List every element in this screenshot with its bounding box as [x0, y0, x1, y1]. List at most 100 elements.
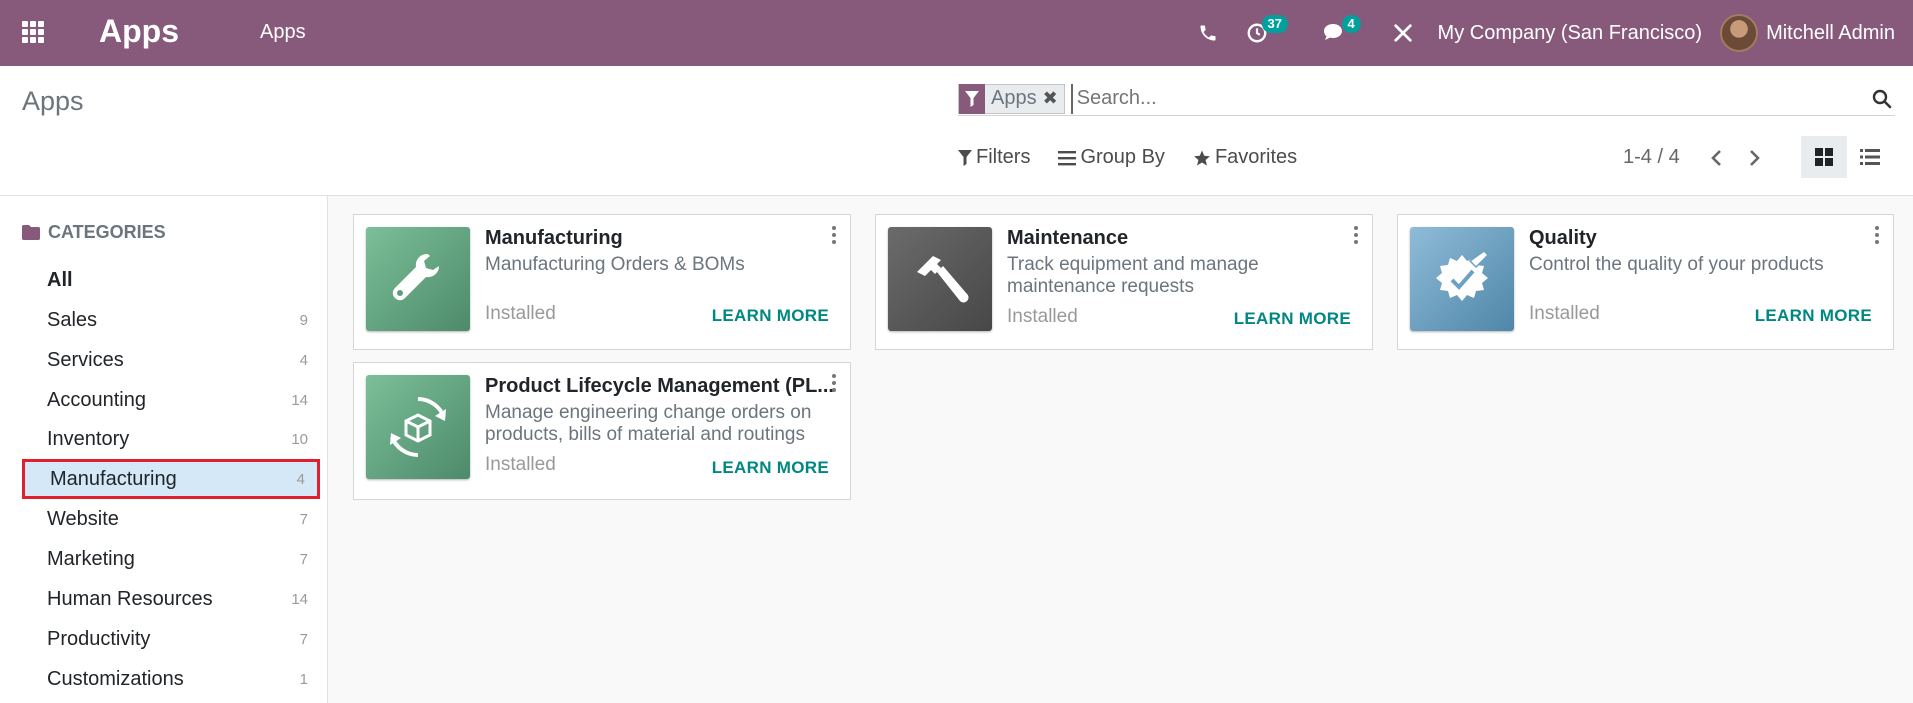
category-label: Sales	[47, 308, 98, 331]
filters-label: Filters	[976, 146, 1031, 168]
facet-remove-icon[interactable]: ✖	[1043, 88, 1064, 109]
nav-menu-apps[interactable]: Apps	[260, 21, 306, 44]
category-label: Customizations	[47, 667, 184, 690]
apps-menu-icon[interactable]	[22, 21, 48, 43]
tools-icon[interactable]	[1378, 0, 1428, 66]
category-count: 9	[299, 311, 308, 329]
bars-icon	[1058, 150, 1077, 165]
pager-value[interactable]: 1-4 / 4	[1623, 146, 1680, 169]
category-item-human-resources[interactable]: Human Resources 14	[22, 579, 320, 619]
card-menu-icon[interactable]	[1352, 226, 1360, 244]
company-switcher[interactable]: My Company (San Francisco)	[1428, 22, 1721, 45]
category-count: 7	[299, 550, 308, 568]
list-view-icon[interactable]	[1847, 136, 1893, 178]
category-item-services[interactable]: Services 4	[22, 340, 320, 380]
favorites-label: Favorites	[1214, 146, 1298, 168]
category-item-inventory[interactable]: Inventory 10	[22, 419, 320, 459]
category-label: Accounting	[47, 388, 146, 411]
category-item-productivity[interactable]: Productivity 7	[22, 619, 320, 659]
card-menu-icon[interactable]	[830, 226, 838, 244]
star-icon	[1194, 150, 1210, 165]
pager-previous-icon[interactable]	[1705, 146, 1727, 170]
app-title: Product Lifecycle Management (PL...	[485, 375, 834, 397]
learn-more-button[interactable]: LEARN MORE	[712, 306, 829, 326]
app-description: Manage engineering change orders on prod…	[485, 402, 812, 445]
category-label: Manufacturing	[50, 467, 177, 490]
category-item-customizations[interactable]: Customizations 1	[22, 659, 320, 699]
phone-icon[interactable]	[1184, 0, 1232, 66]
groupby-label: Group By	[1080, 146, 1165, 168]
chat-icon[interactable]: 4	[1308, 0, 1378, 66]
favorites-button[interactable]: Favorites	[1193, 146, 1297, 169]
category-item-accounting[interactable]: Accounting 14	[22, 380, 320, 420]
filter-facet-icon	[959, 83, 985, 114]
folder-icon	[22, 225, 40, 240]
category-count: 14	[291, 590, 308, 608]
activity-clock-icon[interactable]: 37	[1232, 0, 1308, 66]
filters-button[interactable]: Filters	[958, 146, 1030, 169]
category-label: Services	[47, 348, 124, 371]
page-title: Apps	[22, 86, 84, 116]
learn-more-button[interactable]: LEARN MORE	[1755, 306, 1872, 326]
category-item-marketing[interactable]: Marketing 7	[22, 539, 320, 579]
category-label: Inventory	[47, 427, 130, 450]
app-brand[interactable]: Apps	[99, 13, 179, 50]
category-item-website[interactable]: Website 7	[22, 499, 320, 539]
card-menu-icon[interactable]	[1873, 226, 1881, 244]
categories-header-label: CATEGORIES	[48, 222, 166, 242]
categories-header: CATEGORIES	[22, 222, 166, 243]
app-card-maintenance[interactable]: Maintenance Track equipment and manage m…	[875, 214, 1373, 350]
wrench-icon	[366, 227, 470, 331]
pager-next-icon[interactable]	[1744, 146, 1766, 170]
search-input[interactable]	[1070, 83, 1869, 114]
learn-more-button[interactable]: LEARN MORE	[712, 458, 829, 478]
app-title: Manufacturing	[485, 227, 623, 249]
app-card-quality[interactable]: Quality Control the quality of your prod…	[1397, 214, 1894, 350]
category-item-manufacturing[interactable]: Manufacturing 4	[22, 459, 320, 499]
facet-label: Apps	[991, 87, 1037, 109]
app-description: Track equipment and manage maintenance r…	[1007, 254, 1259, 297]
search-options: Filters Group By Favorites	[958, 146, 1325, 169]
user-name: Mitchell Admin	[1766, 21, 1895, 44]
card-menu-icon[interactable]	[830, 374, 838, 392]
cycle-box-icon	[366, 375, 470, 479]
hammer-icon	[888, 227, 992, 331]
category-count: 7	[299, 510, 308, 528]
category-count: 1	[299, 670, 308, 688]
user-menu[interactable]: Mitchell Admin	[1720, 14, 1913, 52]
message-badge: 4	[1341, 15, 1361, 33]
app-description: Control the quality of your products	[1529, 254, 1824, 275]
category-label: Human Resources	[47, 587, 213, 610]
app-status: Installed	[1529, 303, 1600, 324]
search-bar: Apps ✖	[958, 82, 1895, 116]
app-card-plm[interactable]: Product Lifecycle Management (PL... Mana…	[353, 362, 851, 500]
category-item-all[interactable]: All	[22, 260, 320, 300]
category-count: 7	[299, 630, 308, 648]
app-status: Installed	[485, 303, 556, 324]
groupby-button[interactable]: Group By	[1058, 146, 1165, 169]
quality-badge-icon	[1410, 227, 1514, 331]
top-navbar: Apps Apps 37 4 My Company (San Francisco…	[0, 0, 1913, 66]
navbar-systray: 37 4 My Company (San Francisco) Mitchell…	[1184, 0, 1913, 66]
category-count: 10	[291, 430, 308, 448]
kanban-view-icon[interactable]	[1801, 136, 1847, 178]
avatar	[1720, 14, 1759, 52]
search-icon[interactable]	[1869, 86, 1895, 112]
category-label: Website	[47, 507, 119, 530]
category-count: 14	[291, 391, 308, 409]
learn-more-button[interactable]: LEARN MORE	[1234, 309, 1351, 329]
category-item-sales[interactable]: Sales 9	[22, 300, 320, 340]
category-count: 4	[299, 351, 308, 369]
control-panel: Apps Apps ✖ Filters Group By Favorites 1…	[0, 66, 1913, 196]
category-panel: CATEGORIES All Sales 9 Services 4 Accoun…	[0, 196, 328, 703]
app-status: Installed	[485, 454, 556, 475]
category-label: All	[47, 268, 73, 291]
search-facet: Apps ✖	[958, 83, 1065, 114]
app-card-manufacturing[interactable]: Manufacturing Manufacturing Orders & BOM…	[353, 214, 851, 350]
category-label: Marketing	[47, 547, 135, 570]
app-status: Installed	[1007, 306, 1078, 327]
app-title: Quality	[1529, 227, 1597, 249]
category-label: Productivity	[47, 627, 151, 650]
category-count: 4	[296, 470, 305, 488]
app-description: Manufacturing Orders & BOMs	[485, 254, 745, 275]
